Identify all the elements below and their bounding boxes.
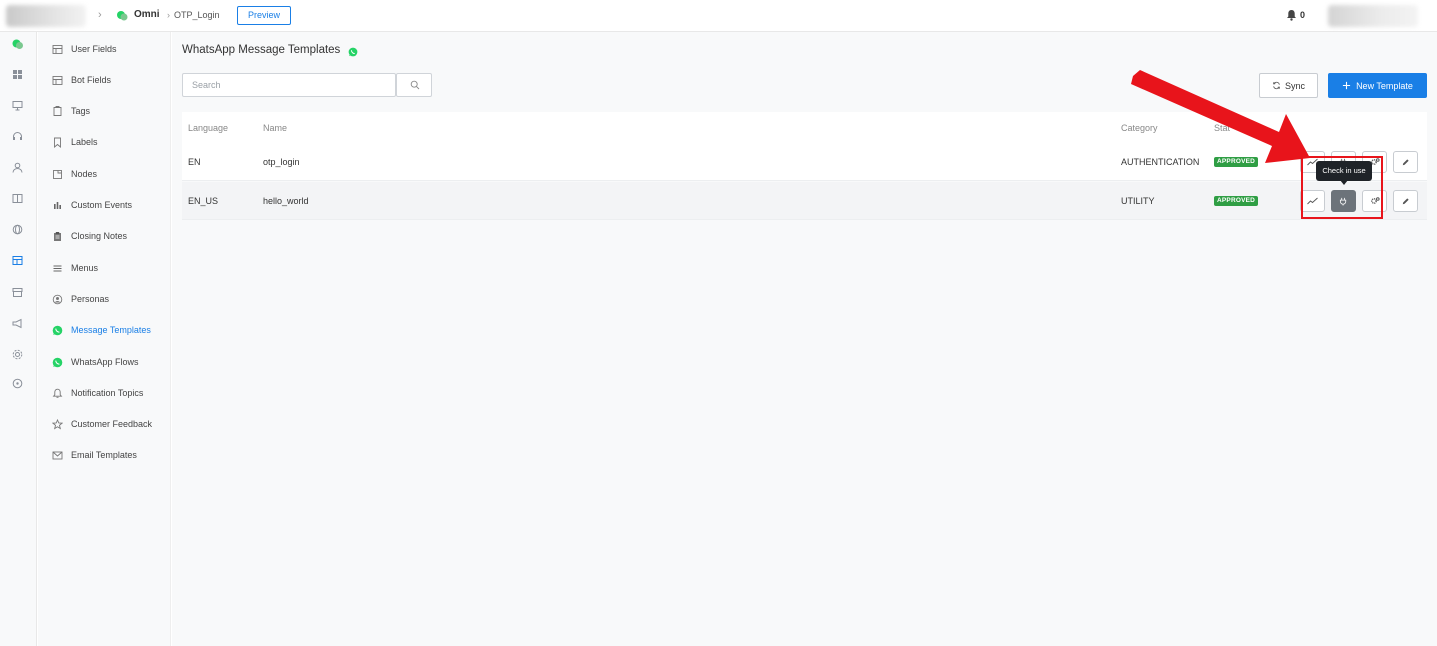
breadcrumb-app[interactable]: Omni [134, 9, 160, 20]
table-row[interactable]: EN_US hello_world UTILITY APPROVED [182, 182, 1427, 220]
presentation-icon[interactable] [11, 99, 24, 112]
omni-icon[interactable] [11, 38, 24, 51]
annotation-highlight-box [1301, 156, 1383, 219]
dashboard-icon[interactable] [11, 68, 24, 81]
pencil-icon [1402, 158, 1409, 165]
table-icon [52, 75, 63, 85]
sidebar-item-custom-events[interactable]: Custom Events [52, 197, 170, 213]
sidebar-item-personas[interactable]: Personas [52, 291, 170, 307]
workspace-logo[interactable] [6, 5, 86, 27]
headset-icon[interactable] [11, 130, 24, 143]
main-content: WhatsApp Message Templates Sync New Temp… [172, 32, 1437, 646]
menu-icon [53, 265, 62, 271]
sync-label: Sync [1284, 80, 1305, 91]
column-language[interactable]: Language [188, 123, 228, 133]
new-template-label: New Template [1356, 80, 1413, 91]
sidebar-item-closing-notes[interactable]: Closing Notes [52, 228, 170, 244]
whatsapp-icon [348, 47, 358, 57]
notification-bell-icon[interactable] [1286, 9, 1297, 21]
globe-icon[interactable] [11, 223, 24, 236]
table-icon [52, 44, 63, 54]
sidebar-item-customer-feedback[interactable]: Customer Feedback [52, 416, 170, 432]
whatsapp-icon [52, 357, 63, 367]
star-icon [52, 418, 63, 429]
settings-sidebar: User Fields Bot Fields Tags Labels Nodes… [38, 32, 171, 646]
edit-button[interactable] [1393, 190, 1418, 212]
search-box [182, 73, 396, 97]
table-header: Language Name Category Stat [182, 112, 1427, 144]
column-status[interactable]: Stat [1214, 123, 1230, 133]
clipboard-icon [54, 231, 61, 241]
search-input[interactable] [184, 75, 395, 95]
search-button[interactable] [396, 73, 432, 97]
sync-button[interactable]: Sync [1259, 73, 1318, 98]
tag-icon [53, 105, 62, 116]
sidebar-item-user-fields[interactable]: User Fields [52, 41, 170, 57]
bell-icon [52, 388, 63, 398]
sidebar-item-notification-topics[interactable]: Notification Topics [52, 385, 170, 401]
sidebar-item-email-templates[interactable]: Email Templates [52, 447, 170, 463]
new-template-button[interactable]: New Template [1328, 73, 1427, 98]
help-icon[interactable] [11, 377, 24, 390]
status-badge: APPROVED [1214, 196, 1259, 206]
node-icon [53, 169, 62, 179]
preview-button[interactable]: Preview [237, 6, 291, 25]
breadcrumb-page: › OTP_Login [167, 10, 220, 20]
column-category[interactable]: Category [1121, 123, 1158, 133]
sidebar-item-nodes[interactable]: Nodes [52, 166, 170, 182]
archive-icon[interactable] [11, 286, 24, 299]
table-row[interactable]: EN otp_login AUTHENTICATION APPROVED [182, 143, 1427, 181]
top-bar: › Omni › OTP_Login Preview 0 [0, 0, 1437, 32]
row-language: EN [188, 157, 201, 167]
row-language: EN_US [188, 196, 219, 206]
persona-icon [52, 294, 63, 304]
book-icon[interactable] [11, 192, 24, 205]
sidebar-item-message-templates[interactable]: Message Templates [52, 322, 170, 338]
sidebar-item-menus[interactable]: Menus [52, 260, 170, 276]
templates-icon[interactable] [11, 254, 24, 267]
settings-icon[interactable] [11, 348, 24, 361]
notification-count: 0 [1300, 10, 1306, 20]
sync-icon [1272, 81, 1281, 90]
user-profile-avatar[interactable] [1328, 5, 1418, 27]
page-title: WhatsApp Message Templates [182, 44, 341, 56]
breadcrumb-separator: › [98, 9, 102, 21]
edit-button[interactable] [1393, 151, 1418, 173]
mail-icon [52, 451, 63, 459]
sidebar-item-bot-fields[interactable]: Bot Fields [52, 72, 170, 88]
sidebar-item-tags[interactable]: Tags [52, 103, 170, 119]
row-name: otp_login [263, 157, 300, 167]
pencil-icon [1402, 197, 1409, 204]
sidebar-item-whatsapp-flows[interactable]: WhatsApp Flows [52, 354, 170, 370]
row-name: hello_world [263, 196, 309, 206]
icon-rail [0, 32, 37, 646]
bookmark-icon [54, 137, 61, 148]
status-badge: APPROVED [1214, 157, 1259, 167]
search-icon [410, 80, 420, 90]
megaphone-icon[interactable] [11, 317, 24, 330]
omni-channel-icon [117, 11, 128, 21]
whatsapp-icon [52, 325, 63, 335]
column-name[interactable]: Name [263, 123, 287, 133]
row-category: AUTHENTICATION [1121, 157, 1200, 167]
bar-chart-icon [54, 201, 61, 209]
row-category: UTILITY [1121, 196, 1155, 206]
plus-icon [1342, 81, 1351, 90]
sidebar-item-labels[interactable]: Labels [52, 134, 170, 150]
user-icon[interactable] [11, 161, 24, 174]
